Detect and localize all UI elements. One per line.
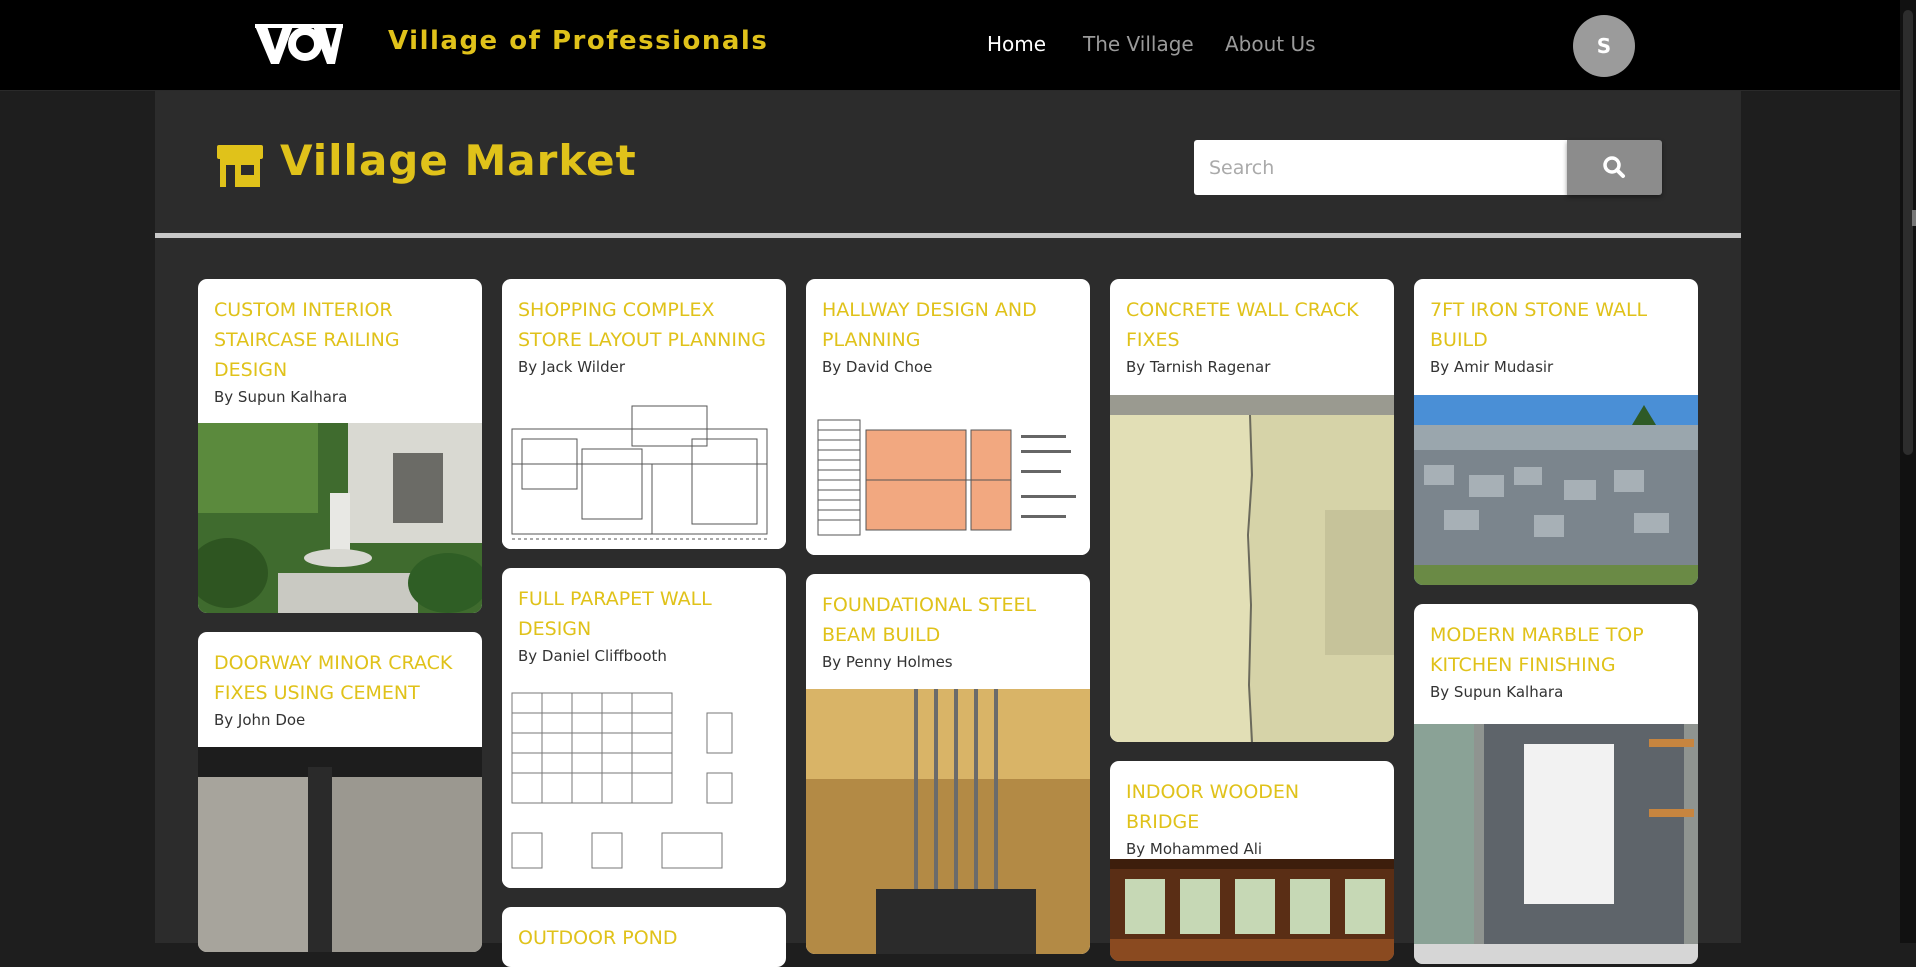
page-title: Village Market bbox=[280, 136, 637, 185]
nav-the-village[interactable]: The Village bbox=[1083, 32, 1194, 56]
search-button[interactable] bbox=[1567, 140, 1662, 195]
scrollbar-thumb[interactable] bbox=[1903, 10, 1913, 455]
card-author: By David Choe bbox=[822, 358, 933, 376]
search-input[interactable] bbox=[1194, 140, 1567, 195]
card-title[interactable]: HALLWAY DESIGN AND PLANNING bbox=[822, 295, 1074, 355]
listing-card[interactable]: CUSTOM INTERIOR STAIRCASE RAILING DESIGN… bbox=[198, 279, 482, 613]
card-title[interactable]: 7FT IRON STONE WALL BUILD bbox=[1430, 295, 1682, 355]
garden-fountain-photo[interactable] bbox=[198, 423, 482, 613]
steel-rebar-photo[interactable] bbox=[806, 689, 1090, 954]
card-author: By Daniel Cliffbooth bbox=[518, 647, 667, 665]
stone-wall-photo[interactable] bbox=[1414, 395, 1698, 585]
card-title[interactable]: MODERN MARBLE TOP KITCHEN FINISHING bbox=[1430, 620, 1682, 680]
brand-name[interactable]: Village of Professionals bbox=[388, 26, 768, 56]
listing-card[interactable]: SHOPPING COMPLEX STORE LAYOUT PLANNING B… bbox=[502, 279, 786, 549]
card-title[interactable]: INDOOR WOODEN BRIDGE bbox=[1126, 777, 1378, 837]
card-author: By Supun Kalhara bbox=[214, 388, 348, 406]
market-panel: Village Market CUSTOM INTERIOR STAIRCASE… bbox=[155, 91, 1741, 967]
listing-card[interactable]: INDOOR WOODEN BRIDGE By Mohammed Ali bbox=[1110, 761, 1394, 961]
floor-plan-drawing[interactable] bbox=[502, 394, 786, 549]
header-divider bbox=[155, 233, 1741, 238]
search-icon bbox=[1603, 156, 1625, 178]
kitchen-photo[interactable] bbox=[1414, 724, 1698, 964]
card-title[interactable]: FULL PARAPET WALL DESIGN bbox=[518, 584, 770, 644]
card-title[interactable]: CUSTOM INTERIOR STAIRCASE RAILING DESIGN bbox=[214, 295, 466, 385]
listing-card[interactable]: FULL PARAPET WALL DESIGN By Daniel Cliff… bbox=[502, 568, 786, 888]
listing-card[interactable]: FOUNDATIONAL STEEL BEAM BUILD By Penny H… bbox=[806, 574, 1090, 954]
nav-home[interactable]: Home bbox=[987, 32, 1046, 56]
wall-crack-photo[interactable] bbox=[1110, 395, 1394, 742]
hallway-plan-drawing[interactable] bbox=[806, 395, 1090, 555]
doorway-crack-photo[interactable] bbox=[198, 747, 482, 952]
card-author: By Mohammed Ali bbox=[1126, 840, 1263, 858]
user-avatar[interactable]: S bbox=[1573, 15, 1635, 77]
listing-card[interactable]: OUTDOOR POND bbox=[502, 907, 786, 967]
card-title[interactable]: FOUNDATIONAL STEEL BEAM BUILD bbox=[822, 590, 1074, 650]
listing-card[interactable]: 7FT IRON STONE WALL BUILD By Amir Mudasi… bbox=[1414, 279, 1698, 585]
listing-card[interactable]: DOORWAY MINOR CRACK FIXES USING CEMENT B… bbox=[198, 632, 482, 952]
card-title[interactable]: OUTDOOR POND bbox=[518, 923, 770, 953]
card-title[interactable]: CONCRETE WALL CRACK FIXES bbox=[1126, 295, 1378, 355]
card-author: By Supun Kalhara bbox=[1430, 683, 1564, 701]
wall-elevation-drawing[interactable] bbox=[502, 683, 786, 888]
storefront-icon bbox=[217, 145, 263, 187]
vov-logo[interactable] bbox=[255, 24, 343, 68]
listing-card[interactable]: MODERN MARBLE TOP KITCHEN FINISHING By S… bbox=[1414, 604, 1698, 964]
card-title[interactable]: DOORWAY MINOR CRACK FIXES USING CEMENT bbox=[214, 648, 466, 708]
card-author: By John Doe bbox=[214, 711, 306, 729]
card-author: By Jack Wilder bbox=[518, 358, 626, 376]
listing-card[interactable]: HALLWAY DESIGN AND PLANNING By David Cho… bbox=[806, 279, 1090, 555]
page-scrollbar[interactable] bbox=[1900, 0, 1916, 943]
nav-about-us[interactable]: About Us bbox=[1225, 32, 1316, 56]
wooden-bridge-photo[interactable] bbox=[1110, 859, 1394, 961]
card-author: By Tarnish Ragenar bbox=[1126, 358, 1271, 376]
mouse-cursor bbox=[1912, 210, 1916, 226]
card-author: By Penny Holmes bbox=[822, 653, 953, 671]
card-title[interactable]: SHOPPING COMPLEX STORE LAYOUT PLANNING bbox=[518, 295, 770, 355]
card-author: By Amir Mudasir bbox=[1430, 358, 1554, 376]
listing-card[interactable]: CONCRETE WALL CRACK FIXES By Tarnish Rag… bbox=[1110, 279, 1394, 742]
top-navbar: Village of Professionals Home The Villag… bbox=[0, 0, 1900, 91]
